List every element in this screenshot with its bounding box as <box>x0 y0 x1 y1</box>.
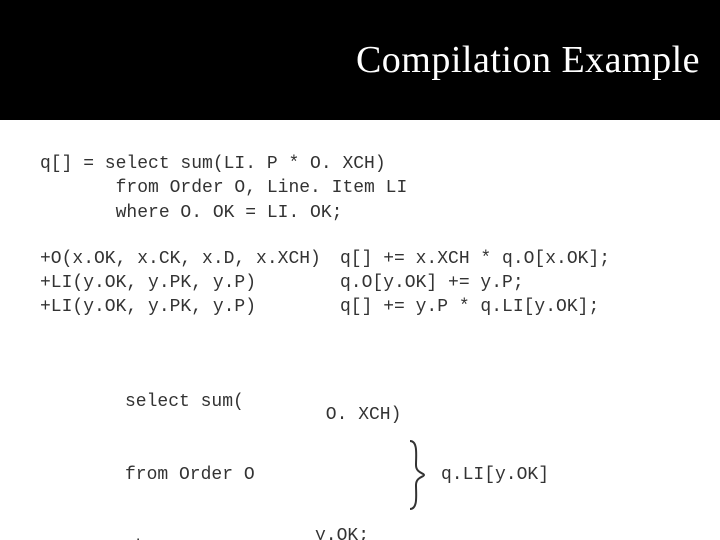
query-line: from Order O, Line. Item LI <box>40 176 680 200</box>
delta-trigger: +O(x.OK, x.CK, x.D, x.XCH) <box>40 247 340 271</box>
delta-row: +O(x.OK, x.CK, x.D, x.XCH) q[] += x.XCH … <box>40 247 680 271</box>
query-line: q[] = select sum(LI. P * O. XCH) <box>40 152 680 176</box>
subquery-line: y.OK; <box>315 524 405 540</box>
delta-update: q[] += x.XCH * q.O[x.OK]; <box>340 247 680 271</box>
delta-row: +LI(y.OK, y.PK, y.P) q.O[y.OK] += y.P; <box>40 271 680 295</box>
slide-body: q[] = select sum(LI. P * O. XCH) from Or… <box>0 120 720 540</box>
subquery-line: select sum( <box>125 390 315 414</box>
subquery-mid: O. XCH) y.OK; <box>315 354 405 540</box>
slide: Compilation Example q[] = select sum(LI.… <box>0 0 720 540</box>
delta-trigger: +LI(y.OK, y.PK, y.P) <box>40 271 340 295</box>
delta-block: +O(x.OK, x.CK, x.D, x.XCH) q[] += x.XCH … <box>40 247 680 320</box>
subquery-line: from Order O <box>125 463 315 487</box>
subquery-left: select sum( from Order O where O. OK = <box>125 342 315 540</box>
subquery-line: O. XCH) <box>315 403 405 427</box>
query-line: where O. OK = LI. OK; <box>40 201 680 225</box>
subquery-block: select sum( from Order O where O. OK = O… <box>40 342 680 540</box>
subquery-result: q.LI[y.OK] <box>427 463 549 487</box>
delta-row: +LI(y.OK, y.PK, y.P) q[] += y.P * q.LI[y… <box>40 295 680 319</box>
query-block: q[] = select sum(LI. P * O. XCH) from Or… <box>40 152 680 225</box>
delta-update: q[] += y.P * q.LI[y.OK]; <box>340 295 680 319</box>
brace-icon <box>405 439 427 511</box>
title-bar: Compilation Example <box>0 0 720 120</box>
subquery-line: where O. OK = <box>125 536 315 540</box>
delta-trigger: +LI(y.OK, y.PK, y.P) <box>40 295 340 319</box>
slide-title: Compilation Example <box>356 38 700 82</box>
delta-update: q.O[y.OK] += y.P; <box>340 271 680 295</box>
